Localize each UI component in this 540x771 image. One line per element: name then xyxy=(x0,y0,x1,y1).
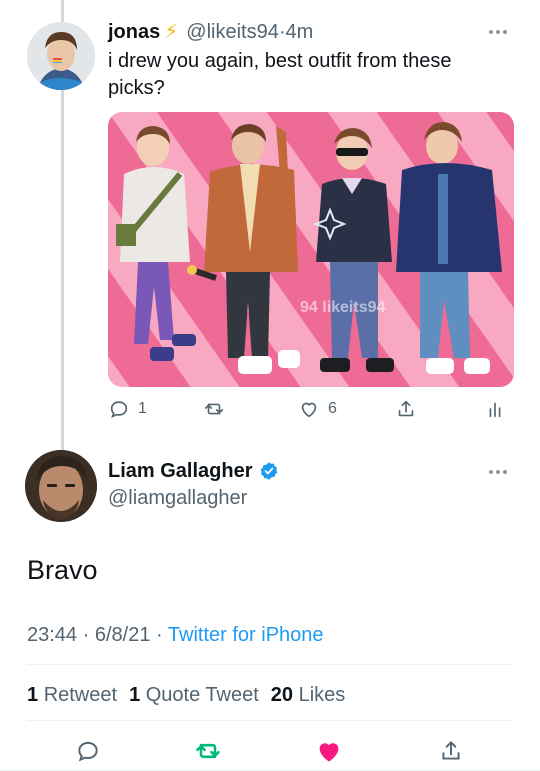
main-tweet-text: Bravo xyxy=(27,555,98,585)
main-action-bar xyxy=(0,735,540,767)
retweets-count: 1 xyxy=(27,684,39,706)
media-watermark: 94 likeits94 xyxy=(300,299,386,316)
tweet-media-image[interactable]: 94 likeits94 xyxy=(108,112,514,387)
divider xyxy=(27,720,513,721)
quotes-stat[interactable]: 1 Quote Tweet xyxy=(129,684,259,706)
tweet-source-link[interactable]: Twitter for iPhone xyxy=(168,624,324,646)
analytics-action[interactable] xyxy=(484,398,506,420)
likes-count: 20 xyxy=(270,684,294,706)
share-icon xyxy=(398,400,414,417)
retweets-stat[interactable]: 1 Retweet xyxy=(27,684,117,706)
likes-stat[interactable]: 20 Likes xyxy=(271,684,346,706)
quotes-count: 1 xyxy=(129,684,141,706)
retweet-icon xyxy=(196,743,220,759)
quotes-label: Quote Tweet xyxy=(145,684,259,706)
reply-button[interactable] xyxy=(74,737,102,765)
meta-separator: · xyxy=(156,624,163,646)
parent-timestamp[interactable]: 4m xyxy=(286,21,314,43)
like-count: 6 xyxy=(328,400,337,417)
tweet-time[interactable]: 23:44 xyxy=(27,624,77,646)
more-icon[interactable] xyxy=(486,20,510,44)
parent-action-bar: 1 6 xyxy=(108,395,514,423)
more-icon[interactable] xyxy=(486,460,510,484)
heart-icon xyxy=(301,402,317,418)
parent-display-name[interactable]: jonas xyxy=(108,21,160,43)
main-handle[interactable]: @liamgallagher xyxy=(108,485,247,511)
share-button[interactable] xyxy=(437,737,465,765)
parent-tweet-text: i drew you again, best outfit from these… xyxy=(108,50,452,99)
retweet-action[interactable] xyxy=(203,398,233,420)
heart-icon xyxy=(319,743,339,762)
reply-count: 1 xyxy=(138,400,147,417)
retweet-icon xyxy=(204,403,224,415)
retweet-button[interactable] xyxy=(194,737,222,765)
share-action[interactable] xyxy=(395,398,417,420)
share-icon xyxy=(442,741,460,760)
like-button[interactable] xyxy=(315,737,343,765)
tweet-metadata: 23:44 · 6/8/21 · Twitter for iPhone xyxy=(27,622,324,648)
parent-avatar[interactable] xyxy=(27,22,95,90)
header-separator: · xyxy=(278,21,286,43)
like-action[interactable]: 6 xyxy=(298,398,337,420)
tweet-date[interactable]: 6/8/21 xyxy=(95,624,151,646)
verified-badge-icon xyxy=(260,462,277,480)
retweets-label: Retweet xyxy=(43,684,118,706)
main-avatar[interactable] xyxy=(25,450,97,522)
reply-icon xyxy=(110,401,128,418)
divider xyxy=(27,664,513,665)
parent-handle[interactable]: @likeits94 xyxy=(186,21,279,43)
engagement-stats: 1 Retweet 1 Quote Tweet 20 Likes xyxy=(27,682,345,708)
likes-label: Likes xyxy=(298,684,346,706)
main-display-name-row: Liam Gallagher xyxy=(108,458,279,484)
lightning-emoji-icon: ⚡ xyxy=(164,21,179,43)
main-display-name[interactable]: Liam Gallagher xyxy=(108,458,253,484)
analytics-icon xyxy=(489,402,501,418)
reply-action[interactable]: 1 xyxy=(108,398,147,420)
reply-icon xyxy=(78,741,98,762)
meta-separator: · xyxy=(82,624,90,646)
parent-tweet-header: jonas ⚡ @likeits94·4m xyxy=(108,19,313,45)
